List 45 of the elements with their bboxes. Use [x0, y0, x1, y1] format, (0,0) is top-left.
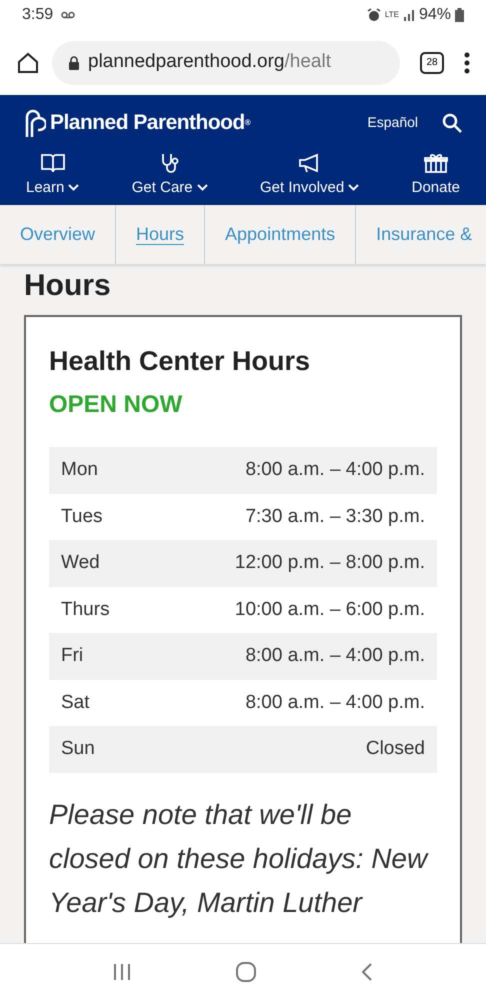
hours-range: 12:00 p.m. – 8:00 p.m. [234, 551, 425, 575]
day-label: Thurs [61, 598, 110, 622]
nav-item[interactable]: Get Care [132, 150, 208, 199]
voicemail-icon [61, 11, 76, 19]
logo-text[interactable]: Planned Parenthood$^{®}$ [50, 106, 250, 138]
card-title: Health Center Hours [49, 344, 312, 378]
hours-range: 8:00 a.m. – 4:00 p.m. [245, 458, 425, 482]
search-icon[interactable] [442, 112, 462, 132]
clock-time: 3:59 [22, 5, 54, 25]
hours-range: Closed [366, 737, 425, 761]
address-bar[interactable]: plannedparenthood.org/healt [52, 40, 400, 84]
network-label: LTE [384, 11, 399, 19]
logo-icon[interactable] [24, 108, 46, 136]
lock-icon [68, 56, 80, 70]
hours-range: 8:00 a.m. – 4:00 p.m. [245, 690, 425, 714]
tab-count-button[interactable]: 28 [420, 52, 444, 74]
page-heading: Hours [24, 268, 112, 304]
alarm-icon [366, 8, 381, 22]
chevron-down-icon [68, 184, 80, 192]
day-label: Fri [61, 644, 84, 668]
more-icon[interactable] [464, 52, 470, 74]
nav-item[interactable]: Donate [412, 150, 460, 199]
hours-range: 7:30 a.m. – 3:30 p.m. [245, 504, 425, 528]
holiday-note: Please note that we'll be closed on these holidays: New Year's Day, Martin Luther [49, 798, 430, 920]
hours-range: 8:00 a.m. – 4:00 p.m. [245, 644, 425, 668]
day-label: Tues [61, 504, 103, 528]
language-link[interactable]: Español [367, 112, 418, 133]
url-text: plannedparenthood.org/healt [88, 50, 331, 74]
chevron-down-icon [348, 184, 360, 192]
nav-item[interactable]: Learn [26, 150, 80, 199]
day-label: Wed [61, 551, 100, 575]
day-label: Sat [61, 690, 90, 714]
day-label: Mon [61, 458, 98, 482]
hours-range: 10:00 a.m. – 6:00 p.m. [234, 598, 425, 622]
chevron-down-icon [196, 184, 208, 192]
recent-apps-icon[interactable] [112, 964, 131, 980]
battery-percent: 94% [418, 5, 451, 25]
nav-item[interactable]: Get Involved [260, 150, 360, 199]
back-icon[interactable] [361, 963, 374, 981]
home-button-icon[interactable] [236, 962, 256, 982]
home-icon[interactable] [16, 50, 40, 74]
battery-icon [455, 8, 464, 22]
day-label: Sun [61, 737, 95, 761]
signal-icon [402, 9, 415, 21]
open-status: OPEN NOW [49, 390, 184, 420]
